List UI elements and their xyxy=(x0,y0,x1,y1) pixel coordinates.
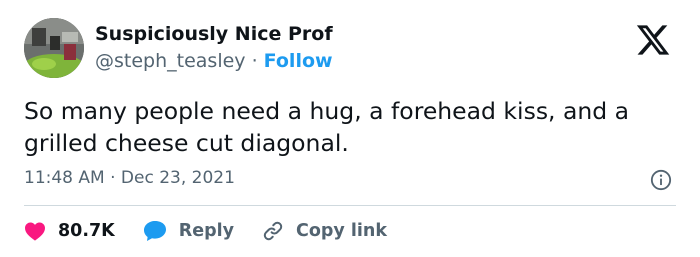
x-logo-icon[interactable] xyxy=(634,22,672,58)
reply-button[interactable]: Reply xyxy=(143,220,234,242)
reply-label: Reply xyxy=(178,221,235,241)
tweet-date: Dec 23, 2021 xyxy=(120,168,235,188)
author-handle-line: @steph_teasley · Follow xyxy=(95,50,333,72)
time-date-separator: · xyxy=(104,168,121,188)
link-icon xyxy=(263,221,283,241)
follow-button[interactable]: Follow xyxy=(264,50,333,72)
tweet-time: 11:48 AM xyxy=(24,168,105,188)
like-button[interactable]: 80.7K xyxy=(24,221,115,241)
tweet-text: So many people need a hug, a forehead ki… xyxy=(24,97,630,157)
author-handle[interactable]: @steph_teasley xyxy=(95,50,246,72)
heart-icon xyxy=(25,222,45,241)
author-display-name[interactable]: Suspiciously Nice Prof xyxy=(95,23,333,45)
tweet-actions: 80.7K Reply Copy link xyxy=(24,217,415,245)
copy-link-button[interactable]: Copy link xyxy=(262,220,387,242)
info-icon[interactable] xyxy=(650,169,672,191)
avatar-photo xyxy=(24,18,84,78)
avatar[interactable] xyxy=(24,18,84,78)
speech-bubble-icon xyxy=(143,221,166,241)
copy-link-label: Copy link xyxy=(296,221,388,241)
like-count: 80.7K xyxy=(58,221,115,241)
tweet-timestamp[interactable]: 11:48 AM · Dec 23, 2021 xyxy=(24,168,235,188)
divider xyxy=(24,205,676,206)
handle-separator: · xyxy=(245,50,264,72)
